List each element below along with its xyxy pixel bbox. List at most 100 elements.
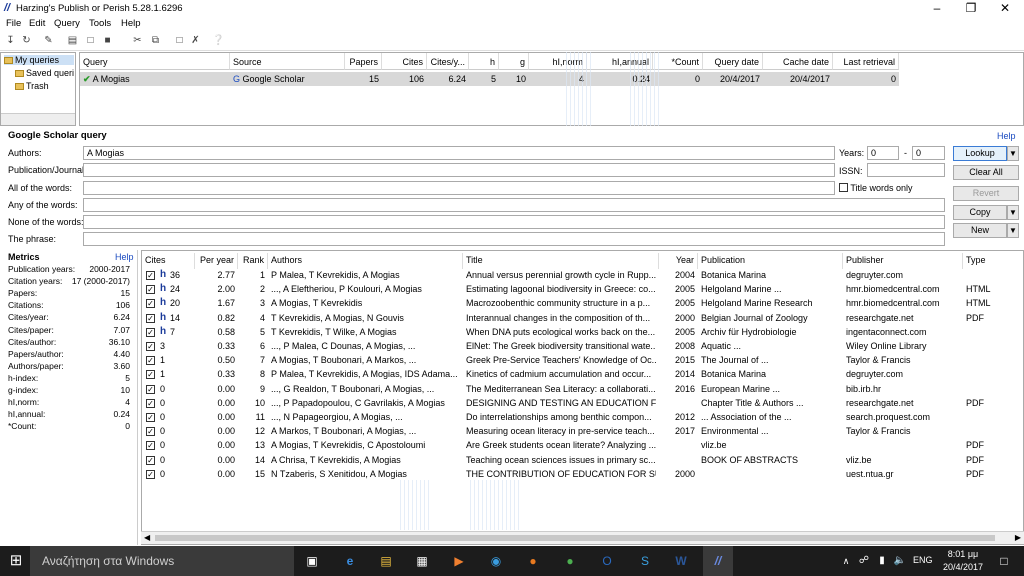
scroll-thumb[interactable]: [155, 535, 995, 541]
authors-input[interactable]: A Mogias: [83, 146, 835, 160]
new-button[interactable]: New: [953, 223, 1007, 238]
any-words-input[interactable]: [83, 198, 945, 212]
col-query[interactable]: Query: [80, 53, 230, 70]
scroll-right-icon[interactable]: ▶: [1015, 533, 1021, 542]
scroll-left-icon[interactable]: ◀: [144, 533, 150, 542]
form-help-link[interactable]: Help: [997, 131, 1016, 141]
year-to-input[interactable]: 0: [912, 146, 945, 160]
media-player-icon[interactable]: ▶: [451, 553, 467, 569]
menu-edit[interactable]: Edit: [29, 18, 45, 29]
lookup-button[interactable]: Lookup: [953, 146, 1007, 161]
word-icon[interactable]: W: [673, 553, 689, 569]
metrics-help-link[interactable]: Help: [115, 252, 134, 262]
minimize-icon[interactable]: –: [920, 0, 954, 17]
row-checkbox[interactable]: ✓: [146, 455, 155, 465]
outlook-icon[interactable]: O: [599, 553, 615, 569]
col-query-date[interactable]: Query date: [703, 53, 763, 70]
col-year[interactable]: Year: [659, 253, 698, 269]
menu-tools[interactable]: Tools: [89, 18, 111, 29]
publication-input[interactable]: [83, 163, 835, 177]
col-publication[interactable]: Publication: [698, 253, 843, 269]
import-icon[interactable]: ↧: [4, 34, 17, 47]
firefox-icon[interactable]: ●: [525, 553, 541, 569]
col-papers[interactable]: Papers: [345, 53, 382, 70]
close-icon[interactable]: ✕: [988, 0, 1022, 17]
row-checkbox[interactable]: ✓: [146, 370, 155, 380]
menu-file[interactable]: File: [6, 18, 21, 29]
col-authors[interactable]: Authors: [268, 253, 463, 269]
task-view-icon[interactable]: ▣: [304, 553, 320, 569]
row-checkbox[interactable]: ✓: [146, 469, 155, 479]
lookup-dropdown-icon[interactable]: ▼: [1007, 146, 1019, 161]
menu-help[interactable]: Help: [121, 18, 141, 29]
col-rank[interactable]: Rank: [238, 253, 268, 269]
file-explorer-icon[interactable]: ▤: [378, 553, 394, 569]
col-publisher[interactable]: Publisher: [843, 253, 963, 269]
row-checkbox[interactable]: ✓: [146, 327, 155, 337]
copy-dropdown-icon[interactable]: ▼: [1007, 205, 1019, 220]
col-g[interactable]: g: [499, 53, 529, 70]
row-checkbox[interactable]: ✓: [146, 413, 155, 422]
revert-button[interactable]: Revert: [953, 186, 1019, 201]
clock-date[interactable]: 20/4/2017: [940, 562, 986, 572]
col-last-retrieval[interactable]: Last retrieval: [833, 53, 899, 70]
network-icon[interactable]: ☍: [856, 553, 872, 569]
title-words-checkbox[interactable]: Title words only: [839, 183, 913, 193]
all-words-input[interactable]: [83, 181, 835, 195]
new-query-icon[interactable]: ✎: [42, 34, 55, 47]
col-per-year[interactable]: Per year: [195, 253, 238, 269]
refresh-icon[interactable]: ↻: [20, 34, 33, 47]
delete-icon[interactable]: ✗: [189, 34, 202, 47]
col-count[interactable]: *Count: [653, 53, 703, 70]
select-all-icon[interactable]: □: [173, 34, 186, 47]
none-words-input[interactable]: [83, 215, 945, 229]
tree-item-my-queries[interactable]: My queries: [4, 55, 74, 65]
row-checkbox[interactable]: ✓: [146, 398, 155, 408]
col-source[interactable]: Source: [230, 53, 345, 70]
row-checkbox[interactable]: ✓: [146, 271, 155, 280]
skype-icon[interactable]: S: [637, 553, 653, 569]
col-cites-year[interactable]: Cites/y...: [427, 53, 469, 70]
menu-query[interactable]: Query: [54, 18, 80, 29]
row-checkbox[interactable]: ✓: [146, 427, 155, 437]
new-dropdown-icon[interactable]: ▼: [1007, 223, 1019, 238]
phrase-input[interactable]: [83, 232, 945, 246]
col-cites[interactable]: Cites: [142, 253, 195, 269]
cut-icon[interactable]: ✂: [131, 34, 144, 47]
save-icon[interactable]: ■: [101, 34, 114, 47]
row-checkbox[interactable]: ✓: [146, 313, 155, 323]
store-icon[interactable]: ▦: [414, 553, 430, 569]
battery-icon[interactable]: ▮: [874, 553, 890, 569]
copy-icon[interactable]: ⧉: [149, 34, 162, 47]
col-cache-date[interactable]: Cache date: [763, 53, 833, 70]
row-checkbox[interactable]: ✓: [146, 384, 155, 394]
tree-item-trash[interactable]: Trash: [15, 81, 49, 91]
chrome-icon[interactable]: ●: [562, 553, 578, 569]
tree-item-saved-queries[interactable]: Saved queri: [15, 68, 74, 78]
publish-or-perish-taskbar-icon[interactable]: //: [703, 546, 733, 576]
row-checkbox[interactable]: ✓: [146, 441, 155, 451]
row-checkbox[interactable]: ✓: [146, 299, 155, 309]
row-checkbox[interactable]: ✓: [146, 356, 155, 366]
document-icon[interactable]: □: [84, 34, 97, 47]
clear-all-button[interactable]: Clear All: [953, 165, 1019, 180]
camera-icon[interactable]: ◉: [488, 553, 504, 569]
tree-scrollbar[interactable]: [1, 113, 75, 125]
row-checkbox[interactable]: ✓: [146, 285, 155, 295]
windows-start-icon[interactable]: ⊞: [8, 553, 24, 569]
col-title[interactable]: Title: [463, 253, 659, 269]
col-cites[interactable]: Cites: [382, 53, 427, 70]
row-checkbox[interactable]: ✓: [146, 342, 155, 351]
volume-icon[interactable]: 🔈: [892, 553, 908, 569]
col-h[interactable]: h: [469, 53, 499, 70]
taskbar-search[interactable]: Αναζήτηση στα Windows: [30, 546, 294, 576]
col-type[interactable]: Type: [963, 253, 1023, 269]
language-indicator[interactable]: ENG: [913, 555, 933, 565]
notifications-icon[interactable]: □: [996, 553, 1012, 569]
edge-icon[interactable]: e: [342, 553, 358, 569]
help-icon[interactable]: ❔: [212, 34, 225, 47]
folder-icon[interactable]: ▤: [66, 34, 79, 47]
results-scrollbar[interactable]: ◀ ▶: [141, 531, 1024, 544]
show-hidden-icons-icon[interactable]: ∧: [838, 553, 854, 569]
issn-input[interactable]: [867, 163, 945, 177]
